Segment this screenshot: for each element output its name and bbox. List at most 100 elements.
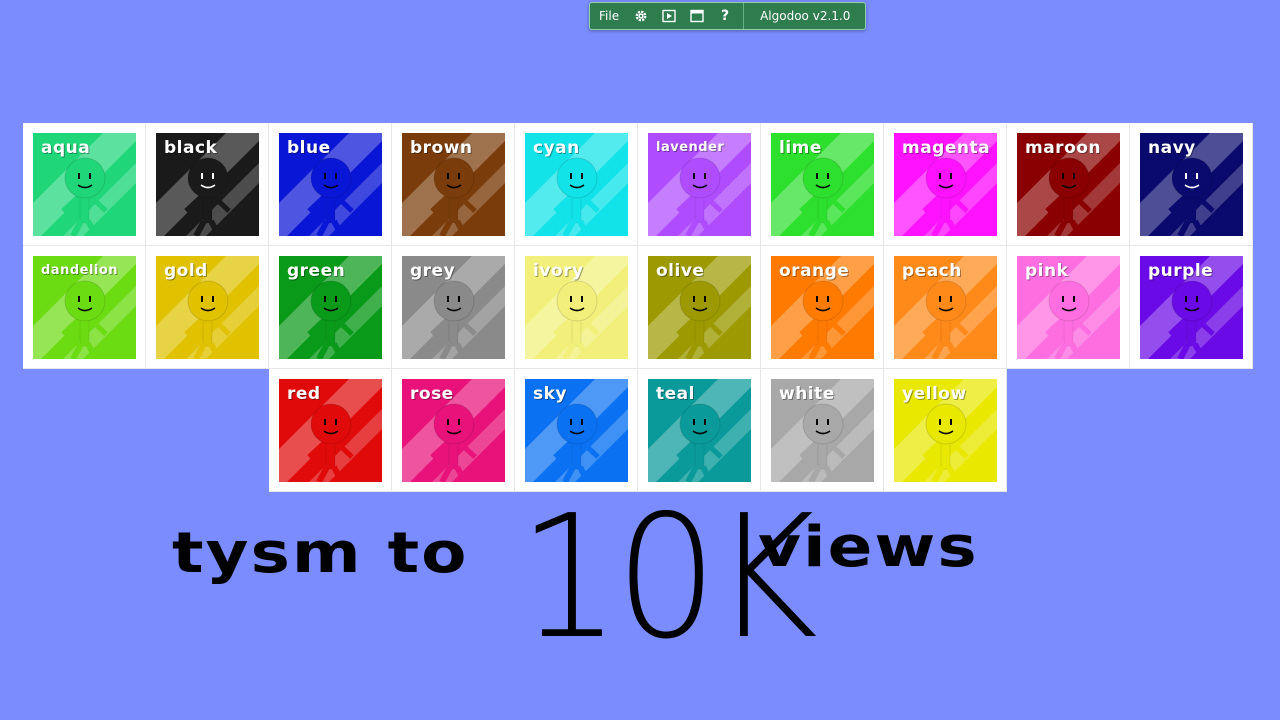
character-head <box>802 157 844 199</box>
character-name: green <box>287 261 346 281</box>
character-cell: brown <box>392 123 515 246</box>
gear-icon[interactable] <box>627 3 655 29</box>
character-name: purple <box>1148 261 1214 281</box>
character-tile: purple <box>1140 256 1243 359</box>
character-tile: navy <box>1140 133 1243 236</box>
file-menu[interactable]: File <box>590 9 627 23</box>
character-tile: olive <box>648 256 751 359</box>
character-cell: white <box>761 369 884 492</box>
character-tile: blue <box>279 133 382 236</box>
character-head <box>679 157 721 199</box>
character-cell: gold <box>146 246 269 369</box>
character-cell: rose <box>392 369 515 492</box>
character-name: brown <box>410 138 473 158</box>
character-head <box>679 403 721 445</box>
character-name: white <box>779 384 835 404</box>
character-tile: pink <box>1017 256 1120 359</box>
character-head <box>556 280 598 322</box>
character-row-3: red rose sky teal white yellow <box>269 369 1007 492</box>
help-icon[interactable]: ? <box>711 3 739 29</box>
character-name: rose <box>410 384 454 404</box>
window-icon[interactable] <box>683 3 711 29</box>
character-head <box>187 280 229 322</box>
character-head <box>925 403 967 445</box>
character-name: blue <box>287 138 331 158</box>
character-tile: yellow <box>894 379 997 482</box>
character-tile: maroon <box>1017 133 1120 236</box>
character-cell: aqua <box>23 123 146 246</box>
character-cell: grey <box>392 246 515 369</box>
character-name: yellow <box>902 384 967 404</box>
character-name: black <box>164 138 218 158</box>
character-tile: orange <box>771 256 874 359</box>
character-cell: blue <box>269 123 392 246</box>
character-head <box>64 280 106 322</box>
character-cell: black <box>146 123 269 246</box>
character-name: pink <box>1025 261 1069 281</box>
character-tile: red <box>279 379 382 482</box>
character-tile: lime <box>771 133 874 236</box>
character-cell: lavender <box>638 123 761 246</box>
character-head <box>310 403 352 445</box>
character-cell: maroon <box>1007 123 1130 246</box>
character-name: olive <box>656 261 705 281</box>
character-cell: olive <box>638 246 761 369</box>
character-name: ivory <box>533 261 584 281</box>
version-label: Algodoo v2.1.0 <box>760 9 851 23</box>
character-head <box>556 157 598 199</box>
character-head <box>925 280 967 322</box>
character-tile: ivory <box>525 256 628 359</box>
character-name: teal <box>656 384 695 404</box>
character-tile: rose <box>402 379 505 482</box>
character-name: peach <box>902 261 962 281</box>
character-tile: white <box>771 379 874 482</box>
character-tile: gold <box>156 256 259 359</box>
character-cell: peach <box>884 246 1007 369</box>
character-name: grey <box>410 261 456 281</box>
character-name: gold <box>164 261 208 281</box>
character-row-1: aqua black blue brown cyan lavender lime magent… <box>23 123 1253 246</box>
character-head <box>1048 157 1090 199</box>
character-tile: green <box>279 256 382 359</box>
character-head <box>925 157 967 199</box>
character-head <box>433 403 475 445</box>
character-tile: grey <box>402 256 505 359</box>
character-tile: aqua <box>33 133 136 236</box>
character-head <box>433 157 475 199</box>
algodoo-toolbar: File ? Algodoo v2.1.0 <box>589 2 866 30</box>
character-head <box>556 403 598 445</box>
character-head <box>187 157 229 199</box>
character-head <box>802 403 844 445</box>
character-head <box>433 280 475 322</box>
character-name: red <box>287 384 321 404</box>
character-tile: brown <box>402 133 505 236</box>
play-icon[interactable] <box>655 3 683 29</box>
character-cell: yellow <box>884 369 1007 492</box>
character-tile: dandelion <box>33 256 136 359</box>
character-head <box>310 157 352 199</box>
character-cell: lime <box>761 123 884 246</box>
character-name: orange <box>779 261 850 281</box>
character-tile: magenta <box>894 133 997 236</box>
character-name: aqua <box>41 138 91 158</box>
character-name: sky <box>533 384 568 404</box>
character-cell: purple <box>1130 246 1253 369</box>
character-head <box>1171 280 1213 322</box>
character-tile: cyan <box>525 133 628 236</box>
character-name: navy <box>1148 138 1196 158</box>
character-name: magenta <box>902 138 991 158</box>
character-head <box>1048 280 1090 322</box>
character-cell: orange <box>761 246 884 369</box>
character-name: lime <box>779 138 822 158</box>
character-name: lavender <box>656 140 725 155</box>
character-head <box>679 280 721 322</box>
character-tile: peach <box>894 256 997 359</box>
character-cell: cyan <box>515 123 638 246</box>
caption-views: views <box>758 514 979 580</box>
character-tile: teal <box>648 379 751 482</box>
character-cell: navy <box>1130 123 1253 246</box>
character-name: maroon <box>1025 138 1102 158</box>
character-cell: green <box>269 246 392 369</box>
character-tile: black <box>156 133 259 236</box>
character-head <box>1171 157 1213 199</box>
